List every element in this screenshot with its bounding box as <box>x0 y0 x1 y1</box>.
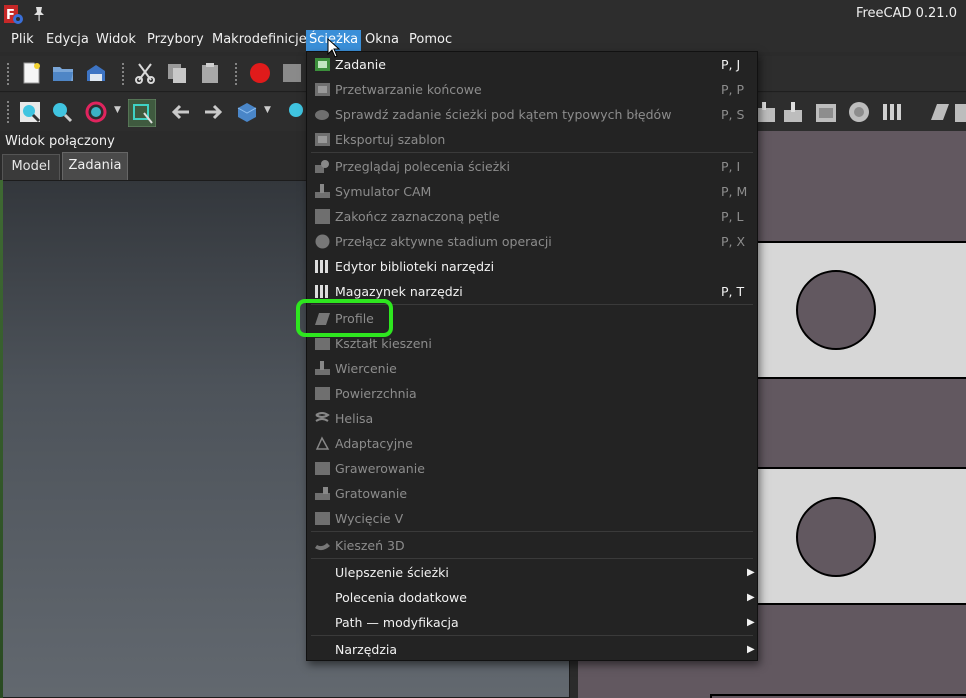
tab-zadania[interactable]: Zadania <box>62 152 128 180</box>
engrave-icon <box>315 462 330 475</box>
menu-plik[interactable]: Plik <box>8 30 37 52</box>
deburr-toolbar-icon[interactable] <box>781 100 805 124</box>
menu-item-helisa[interactable]: Helisa <box>307 406 757 431</box>
face-icon <box>315 387 330 400</box>
save-icon[interactable] <box>84 61 108 85</box>
menu-item-wiercenie[interactable]: Wiercenie <box>307 356 757 381</box>
menu-separator <box>311 558 753 559</box>
freecad-logo-icon: F <box>4 5 23 24</box>
combo-view-title: Widok połączony <box>5 134 115 149</box>
window-edge <box>0 180 3 698</box>
fit-selection-icon[interactable] <box>50 100 74 124</box>
job-icon <box>315 58 330 71</box>
toolbar-grip[interactable] <box>6 100 10 124</box>
menu-item-przetwarzanie-koncowe[interactable]: Przetwarzanie końcowe P, P <box>307 77 757 102</box>
submenu-arrow-icon: ▶ <box>747 567 755 578</box>
menu-makrodefinicje[interactable]: Makrodefinicje <box>209 30 310 52</box>
menu-separator <box>311 531 753 532</box>
drilling-icon <box>315 361 330 375</box>
menu-przybory[interactable]: Przybory <box>144 30 207 52</box>
bounding-box-icon[interactable] <box>128 99 156 127</box>
toggle-active-icon <box>315 234 330 249</box>
deburr-icon <box>315 487 330 500</box>
toolbar-grip[interactable] <box>121 62 125 86</box>
std-views-icon[interactable] <box>235 100 259 124</box>
adaptive-icon <box>315 436 330 450</box>
job-toolbar-icon[interactable] <box>814 100 838 124</box>
inspect-icon <box>315 160 329 173</box>
menu-edycja[interactable]: Edycja <box>43 30 92 52</box>
loop-icon <box>315 209 330 224</box>
menu-item-path-modyfikacja[interactable]: Path — modyfikacja ▶ <box>307 610 757 635</box>
mouse-cursor-icon <box>327 38 341 58</box>
menu-item-grawerowanie[interactable]: Grawerowanie <box>307 456 757 481</box>
menu-item-edytor-biblioteki[interactable]: Edytor biblioteki narzędzi <box>307 254 757 279</box>
macro-record-icon[interactable] <box>248 61 272 85</box>
export-template-icon <box>315 133 330 146</box>
copy-icon[interactable] <box>165 61 189 85</box>
submenu-arrow-icon: ▶ <box>747 617 755 628</box>
fit-all-icon[interactable] <box>18 100 42 124</box>
menu-item-przelacz-aktywne[interactable]: Przełącz aktywne stadium operacji P, X <box>307 229 757 254</box>
menu-separator <box>311 635 753 636</box>
menu-item-gratowanie[interactable]: Gratowanie <box>307 481 757 506</box>
toggle-op-icon[interactable] <box>847 100 871 124</box>
paste-icon[interactable] <box>198 61 222 85</box>
macro-stop-icon[interactable] <box>280 61 304 85</box>
open-folder-icon[interactable] <box>51 61 75 85</box>
pocket-3d-icon <box>315 543 330 551</box>
tab-model[interactable]: Model <box>2 154 60 180</box>
new-document-icon[interactable] <box>19 61 43 85</box>
menu-item-eksportuj-szablon[interactable]: Eksportuj szablon <box>307 127 757 152</box>
menu-bar: Plik Edycja Widok Przybory Makrodefinicj… <box>0 30 966 52</box>
pin-icon[interactable] <box>32 6 46 22</box>
toolbar-grip[interactable] <box>6 62 10 86</box>
profile-toolbar-icon[interactable] <box>928 100 952 124</box>
back-arrow-icon[interactable] <box>169 100 193 124</box>
menu-separator <box>311 152 753 153</box>
window-title: FreeCAD 0.21.0 <box>855 6 957 21</box>
menu-item-zadanie[interactable]: Zadanie P, J <box>307 52 757 77</box>
menu-item-przegladaj-polecenia[interactable]: Przeglądaj polecenia ścieżki P, I <box>307 154 757 179</box>
menu-item-symulator-cam[interactable]: Symulator CAM P, M <box>307 179 757 204</box>
menu-item-ulepszenie-sciezki[interactable]: Ulepszenie ścieżki ▶ <box>307 560 757 585</box>
model-hole <box>796 270 876 350</box>
simulator-icon <box>315 184 330 198</box>
pocket-toolbar-icon[interactable] <box>955 100 966 124</box>
menu-pomoc[interactable]: Pomoc <box>406 30 455 52</box>
menu-item-adaptacyjne[interactable]: Adaptacyjne <box>307 431 757 456</box>
menu-okna[interactable]: Okna <box>362 30 402 52</box>
chevron-down-icon[interactable]: ▼ <box>264 105 271 115</box>
chevron-down-icon[interactable]: ▼ <box>114 105 121 115</box>
profile-highlight-box <box>296 299 393 337</box>
submenu-arrow-icon: ▶ <box>747 644 755 655</box>
helix-icon <box>315 412 330 422</box>
menu-item-narzedzia[interactable]: Narzędzia ▶ <box>307 637 757 662</box>
toolbar-grip[interactable] <box>234 62 238 86</box>
tool-library-toolbar-icon[interactable] <box>880 100 904 124</box>
menu-item-wyciecie-v[interactable]: Wycięcie V <box>307 506 757 531</box>
vcarve-icon <box>315 512 330 525</box>
menu-widok[interactable]: Widok <box>93 30 139 52</box>
menu-item-sprawdz-zadanie[interactable]: Sprawdź zadanie ścieżki pod kątem typowy… <box>307 102 757 127</box>
post-process-icon <box>315 83 330 96</box>
model-edge <box>710 694 966 698</box>
menu-item-kieszen-3d[interactable]: Kieszeń 3D <box>307 533 757 558</box>
forward-arrow-icon[interactable] <box>201 100 225 124</box>
sciezka-dropdown-menu: Zadanie P, J Przetwarzanie końcowe P, P Sp… <box>306 51 758 661</box>
model-hole <box>796 497 876 577</box>
cut-icon[interactable] <box>133 61 157 85</box>
draw-style-icon[interactable] <box>84 100 108 124</box>
tool-library-icon <box>315 260 328 273</box>
submenu-arrow-icon: ▶ <box>747 592 755 603</box>
tool-bit-icon <box>315 285 328 298</box>
menu-item-polecenia-dodatkowe[interactable]: Polecenia dodatkowe ▶ <box>307 585 757 610</box>
pocket-shape-icon <box>315 338 330 350</box>
menu-item-zakoncz-petle[interactable]: Zakończ zaznaczoną pętle P, L <box>307 204 757 229</box>
title-bar: F FreeCAD 0.21.0 <box>0 0 966 30</box>
sanity-check-icon <box>315 110 329 120</box>
menu-item-powierzchnia[interactable]: Powierzchnia <box>307 381 757 406</box>
